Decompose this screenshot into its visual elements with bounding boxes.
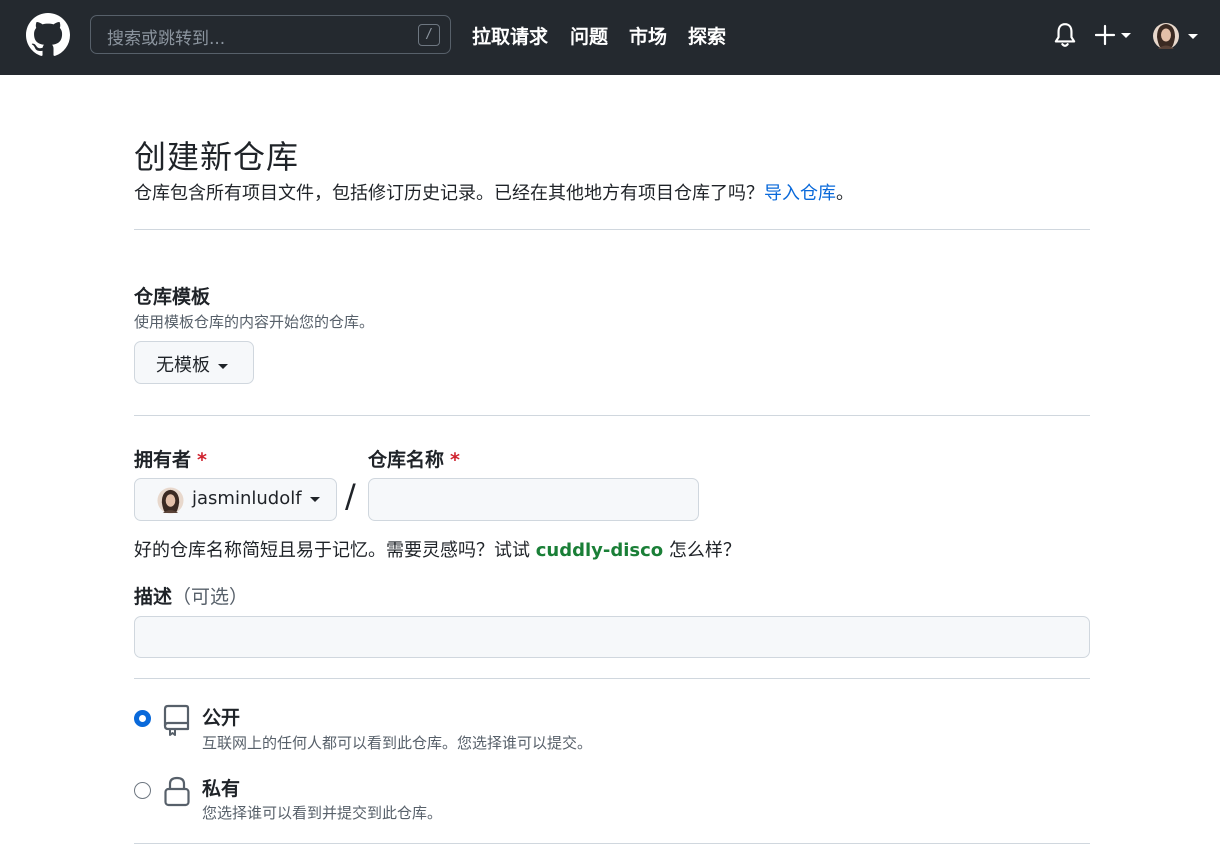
page-lead: 仓库包含所有项目文件，包括修订历史记录。已经在其他地方有项目仓库了吗？导入仓库。 bbox=[134, 179, 854, 205]
description-label: 描述（可选） bbox=[134, 582, 248, 609]
owner-avatar bbox=[157, 487, 184, 514]
owner-repo-separator: / bbox=[345, 477, 356, 515]
private-description: 您选择谁可以看到并提交到此仓库。 bbox=[202, 804, 443, 822]
owner-label-text: 拥有者 bbox=[134, 449, 192, 471]
required-marker: * bbox=[450, 449, 460, 471]
search-placeholder: 搜索或跳转到... bbox=[107, 29, 226, 49]
repo-name-label-text: 仓库名称 bbox=[368, 449, 445, 471]
required-marker: * bbox=[197, 449, 207, 471]
owner-selected: jasminludolf bbox=[192, 488, 302, 509]
public-radio[interactable] bbox=[134, 710, 151, 727]
description-label-text: 描述 bbox=[134, 586, 173, 608]
nav-issues[interactable]: 问题 bbox=[570, 22, 608, 49]
divider bbox=[134, 843, 1090, 844]
page-title: 创建新仓库 bbox=[134, 138, 300, 176]
repo-name-label: 仓库名称 * bbox=[368, 445, 460, 472]
repo-name-input[interactable] bbox=[368, 478, 699, 521]
search-shortcut-key: / bbox=[418, 24, 440, 46]
name-suggestion[interactable]: cuddly-disco bbox=[536, 540, 663, 561]
lock-icon bbox=[164, 776, 190, 807]
public-title: 公开 bbox=[202, 707, 241, 729]
chevron-down-icon bbox=[309, 496, 320, 502]
private-radio[interactable] bbox=[134, 782, 151, 799]
plus-icon[interactable] bbox=[1095, 22, 1135, 48]
nav-marketplace[interactable]: 市场 bbox=[629, 22, 667, 49]
search-input[interactable]: 搜索或跳转到... / bbox=[90, 15, 451, 54]
divider bbox=[134, 678, 1090, 679]
divider bbox=[134, 415, 1090, 416]
owner-select[interactable]: jasminludolf bbox=[134, 478, 337, 521]
lead-text: 仓库包含所有项目文件，包括修订历史记录。已经在其他地方有项目仓库了吗？ bbox=[134, 183, 764, 204]
description-optional: （可选） bbox=[172, 586, 249, 608]
template-label: 仓库模板 bbox=[134, 286, 211, 308]
nav-pull-requests[interactable]: 拉取请求 bbox=[472, 22, 548, 49]
lead-end: 。 bbox=[836, 183, 854, 204]
private-title: 私有 bbox=[202, 778, 241, 800]
import-repo-link[interactable]: 导入仓库 bbox=[764, 183, 836, 204]
hint-suffix: 怎么样？ bbox=[663, 540, 741, 561]
github-logo-icon[interactable] bbox=[26, 13, 70, 57]
repo-name-hint: 好的仓库名称简短且易于记忆。需要灵感吗？试试 cuddly-disco 怎么样？ bbox=[134, 536, 741, 562]
public-description: 互联网上的任何人都可以看到此仓库。您选择谁可以提交。 bbox=[202, 734, 593, 752]
user-avatar-menu[interactable] bbox=[1152, 20, 1200, 52]
bell-icon[interactable] bbox=[1052, 21, 1078, 49]
chevron-down-icon bbox=[218, 363, 228, 369]
template-select[interactable]: 无模板 bbox=[134, 341, 254, 384]
divider bbox=[134, 229, 1090, 230]
nav-explore[interactable]: 探索 bbox=[688, 22, 726, 49]
top-navbar: 搜索或跳转到... / 拉取请求 问题 市场 探索 bbox=[0, 0, 1220, 75]
description-input[interactable] bbox=[134, 616, 1090, 658]
template-note: 使用模板仓库的内容开始您的仓库。 bbox=[134, 313, 375, 331]
hint-text: 好的仓库名称简短且易于记忆。需要灵感吗？试试 bbox=[134, 540, 536, 561]
repo-icon bbox=[163, 704, 190, 736]
template-selected: 无模板 bbox=[156, 355, 210, 376]
owner-label: 拥有者 * bbox=[134, 445, 207, 472]
